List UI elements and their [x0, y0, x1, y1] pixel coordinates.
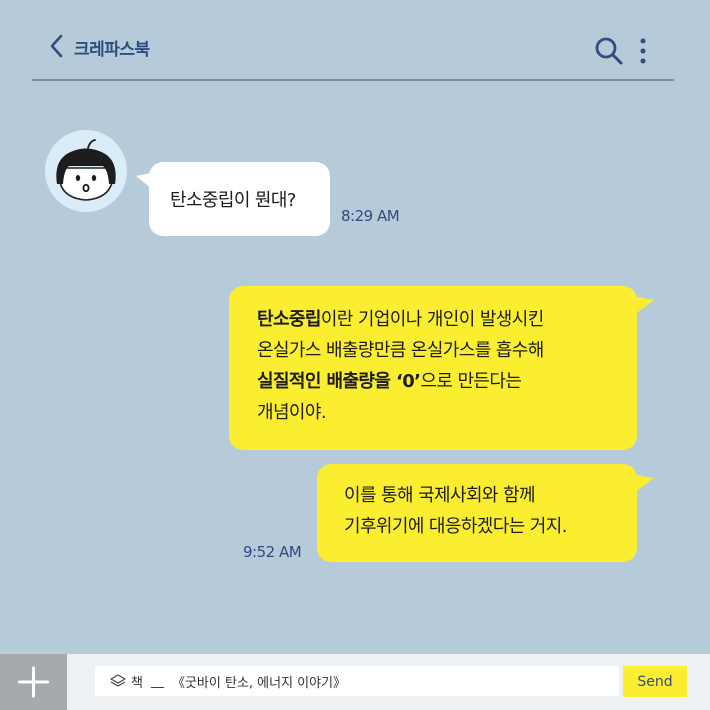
message-time: 8:29 AM: [341, 207, 400, 225]
chevron-left-icon: [50, 34, 63, 58]
plus-icon: [18, 666, 49, 698]
message-line: 실질적인 배출량을 ‘0’으로 만든다는: [257, 366, 637, 397]
more-vertical-icon: [640, 38, 646, 64]
avatar[interactable]: [45, 130, 127, 212]
message-time: 9:52 AM: [243, 543, 302, 561]
message-line: 온실가스 배출량만큼 온실가스를 흡수해: [257, 335, 637, 366]
message-line: 이를 통해 국제사회와 함께: [344, 485, 536, 506]
message-line: 기후위기에 대응하겠다는 거지.: [344, 516, 567, 537]
input-value: 《굿바이 탄소, 에너지 이야기》: [171, 675, 347, 691]
search-button[interactable]: [594, 36, 624, 66]
message-text: 이란 기업이나 개인이 발생시킨: [320, 309, 544, 330]
input-prefix: 책: [131, 675, 143, 691]
composer-bar: 책 __ 《굿바이 탄소, 에너지 이야기》 Send: [0, 654, 710, 710]
search-icon: [595, 37, 623, 65]
message-bubble-sent[interactable]: 이를 통해 국제사회와 함께 기후위기에 대응하겠다는 거지.: [317, 464, 637, 562]
message-text: 탄소중립이 뭔대?: [170, 190, 296, 211]
message-text-bold: 실질적인 배출량을 ‘0’: [257, 371, 421, 392]
chat-header: 크레파스북: [32, 0, 674, 81]
message-input[interactable]: 책 __ 《굿바이 탄소, 에너지 이야기》: [95, 666, 619, 696]
message-line: 탄소중립이란 기업이나 개인이 발생시킨: [257, 304, 637, 335]
message-bubble-sent[interactable]: 탄소중립이란 기업이나 개인이 발생시킨 온실가스 배출량만큼 온실가스를 흡수…: [229, 286, 637, 450]
book-stack-icon: [110, 674, 126, 687]
more-options-button[interactable]: [634, 37, 652, 65]
message-text: 온실가스 배출량만큼 온실가스를 흡수해: [257, 340, 544, 361]
input-underscore: __: [150, 673, 164, 689]
message-bubble-received[interactable]: 탄소중립이 뭔대?: [149, 162, 330, 236]
back-button[interactable]: [48, 33, 68, 59]
send-button[interactable]: Send: [623, 666, 687, 697]
message-text: 개념이야.: [257, 402, 327, 423]
message-text-bold: 탄소중립: [257, 309, 321, 330]
attach-button[interactable]: [0, 654, 67, 710]
message-text: 으로 만든다는: [420, 371, 522, 392]
chat-title: 크레파스북: [74, 40, 150, 60]
message-line: 개념이야.: [257, 397, 637, 428]
girl-face-icon: [56, 139, 116, 201]
